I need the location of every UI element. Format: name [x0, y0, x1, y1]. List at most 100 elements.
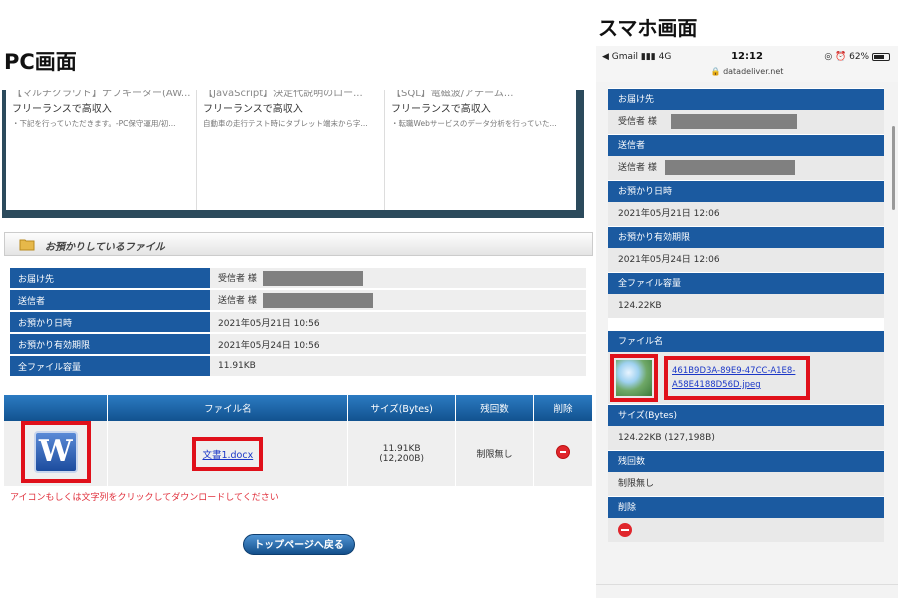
- ad-item[interactable]: 【JavaScript】決定代説明のロー... フリーランスで高収入 自動車の走…: [196, 90, 384, 210]
- row-value: 送信者 様: [210, 290, 586, 310]
- delete-cell: [533, 421, 593, 486]
- highlight-box: 文書1.docx: [192, 436, 264, 471]
- table-row: W 文書1.docx 11.91KB (12,200B) 制限無し: [4, 421, 593, 486]
- row-value: 2021年05月24日 12:06: [608, 248, 884, 272]
- ad-subtitle: フリーランスで高収入: [203, 104, 303, 115]
- ad-inner: 【マルチクラウド】ナブキーター(AW... フリーランスで高収入 ・下記を行って…: [6, 90, 576, 210]
- delete-icon[interactable]: [556, 445, 570, 459]
- file-name-line[interactable]: A58E4188D56D.jpeg: [672, 378, 802, 392]
- table-row: お預かり有効期限 2021年05月24日 10:56: [10, 334, 586, 354]
- highlight-box: W: [20, 421, 91, 483]
- file-table: ファイル名 サイズ(Bytes) 残回数 削除 W 文書1.docx 11.91…: [4, 395, 593, 486]
- ad-description: ・転職Webサービスのデータ分析を行っていた...: [391, 119, 557, 128]
- ad-item[interactable]: 【マルチクラウド】ナブキーター(AW... フリーランスで高収入 ・下記を行って…: [6, 90, 196, 210]
- row-value: 11.91KB: [210, 356, 586, 376]
- ad-description: ・下記を行っていただきます。-PC保守運用/初...: [12, 119, 176, 128]
- size-bytes: (12,200B): [379, 453, 424, 464]
- column-header-remaining: 残回数: [455, 395, 535, 421]
- scrollbar[interactable]: [892, 126, 895, 210]
- redaction-mask: [670, 114, 797, 129]
- back-to-top-button[interactable]: トップページへ戻る: [243, 534, 355, 555]
- row-label: お届け先: [608, 88, 884, 110]
- file-download-link[interactable]: 461B9D3A-89E9-47CC-A1E8- A58E4188D56D.jp…: [672, 364, 802, 392]
- file-name-cell: 文書1.docx: [107, 421, 349, 486]
- delivery-info-table: お届け先 受信者 様 送信者 送信者 様 お預かり日時 2021年05月21日 …: [10, 266, 586, 378]
- row-value: 2021年05月21日 12:06: [608, 202, 884, 226]
- row-value: 2021年05月24日 10:56: [210, 334, 586, 354]
- ad-subtitle: フリーランスで高収入: [12, 104, 112, 115]
- ad-item[interactable]: 【SQL】電磁波/アテーム... フリーランスで高収入 ・転職Webサービスのデ…: [384, 90, 576, 210]
- remaining-cell: 制限無し: [455, 421, 535, 486]
- size-label: サイズ(Bytes): [608, 404, 884, 426]
- file-size-cell: 11.91KB (12,200B): [347, 421, 457, 486]
- row-value: 受信者 様: [608, 110, 884, 134]
- size-kb: 11.91KB: [382, 443, 421, 454]
- word-file-icon[interactable]: W: [33, 431, 78, 473]
- redaction-mask: [664, 160, 795, 175]
- url-bar[interactable]: 🔒 datadeliver.net: [596, 67, 898, 76]
- row-label: 送信者: [608, 134, 884, 156]
- column-header-filename: ファイル名: [107, 395, 349, 421]
- divider: [596, 584, 898, 585]
- row-label: 全ファイル容量: [608, 272, 884, 294]
- ad-description: 自動車の走行テスト時にタブレット端末から字...: [203, 119, 368, 128]
- remaining-label: 残回数: [608, 450, 884, 472]
- battery-icon: [872, 52, 890, 61]
- row-label: お預かり有効期限: [10, 334, 210, 354]
- status-bar: ◀ Gmail ▮▮▮ 4G 12:12 ◎ ⏰ 62% 🔒 datadeliv…: [596, 46, 898, 82]
- spacer: [608, 318, 884, 330]
- download-note: アイコンもしくは文字列をクリックしてダウンロードしてください: [10, 493, 279, 503]
- file-download-link[interactable]: 文書1.docx: [202, 450, 253, 461]
- row-label: お届け先: [10, 268, 210, 288]
- table-row: お届け先 受信者 様: [10, 268, 586, 288]
- redaction-mask: [262, 270, 363, 286]
- battery-label: ◎ ⏰ 62%: [824, 52, 870, 62]
- smartphone-caption: スマホ画面: [598, 16, 698, 40]
- row-value: 送信者 様: [608, 156, 884, 180]
- table-header-row: ファイル名 サイズ(Bytes) 残回数 削除: [4, 395, 593, 421]
- table-row: 全ファイル容量 11.91KB: [10, 356, 586, 376]
- delete-row: [608, 518, 884, 542]
- recipient-name: 受信者 様: [618, 117, 657, 127]
- delete-label: 削除: [608, 496, 884, 518]
- image-thumbnail[interactable]: [616, 360, 652, 396]
- file-icon-cell: W: [4, 421, 109, 486]
- icon-column-header: [4, 395, 109, 421]
- file-name-line[interactable]: 461B9D3A-89E9-47CC-A1E8-: [672, 364, 802, 378]
- highlight-box: 461B9D3A-89E9-47CC-A1E8- A58E4188D56D.jp…: [664, 356, 810, 400]
- highlight-box: [610, 354, 658, 402]
- remaining-value: 制限無し: [608, 472, 884, 496]
- table-row: 送信者 送信者 様: [10, 290, 586, 310]
- column-header-delete: 削除: [533, 395, 593, 421]
- ad-title[interactable]: 【JavaScript】決定代説明のロー...: [203, 90, 378, 98]
- sender-name: 送信者 様: [618, 163, 657, 173]
- redaction-mask: [262, 292, 373, 308]
- ad-subtitle: フリーランスで高収入: [391, 104, 491, 115]
- file-name-label: ファイル名: [608, 330, 884, 352]
- row-value: 124.22KB: [608, 294, 884, 318]
- row-label: お預かり有効期限: [608, 226, 884, 248]
- ad-title[interactable]: 【マルチクラウド】ナブキーター(AW...: [12, 90, 190, 98]
- section-title: お預かりしているファイル: [45, 242, 165, 253]
- files-section-header: お預かりしているファイル: [4, 232, 593, 256]
- row-label: お預かり日時: [608, 180, 884, 202]
- row-value: 2021年05月21日 10:56: [210, 312, 586, 332]
- column-header-size: サイズ(Bytes): [347, 395, 457, 421]
- sender-name: 送信者 様: [218, 295, 257, 306]
- row-label: 送信者: [10, 290, 210, 310]
- size-value: 124.22KB (127,198B): [608, 426, 884, 450]
- row-label: お預かり日時: [10, 312, 210, 332]
- smartphone-screen: ◀ Gmail ▮▮▮ 4G 12:12 ◎ ⏰ 62% 🔒 datadeliv…: [596, 46, 898, 598]
- ad-banner: 【マルチクラウド】ナブキーター(AW... フリーランスで高収入 ・下記を行って…: [2, 90, 584, 218]
- table-row: お預かり日時 2021年05月21日 10:56: [10, 312, 586, 332]
- status-icons: ◎ ⏰ 62%: [824, 52, 890, 62]
- pc-caption: PC画面: [4, 50, 77, 74]
- row-label: 全ファイル容量: [10, 356, 210, 376]
- delete-icon[interactable]: [618, 522, 632, 537]
- row-value: 受信者 様: [210, 268, 586, 288]
- folder-icon: [19, 239, 35, 251]
- recipient-name: 受信者 様: [218, 273, 257, 284]
- smartphone-content: お届け先 受信者 様 送信者 送信者 様 お預かり日時 2021年05月21日 …: [608, 88, 884, 542]
- file-row: 461B9D3A-89E9-47CC-A1E8- A58E4188D56D.jp…: [608, 352, 884, 404]
- ad-title[interactable]: 【SQL】電磁波/アテーム...: [391, 90, 570, 98]
